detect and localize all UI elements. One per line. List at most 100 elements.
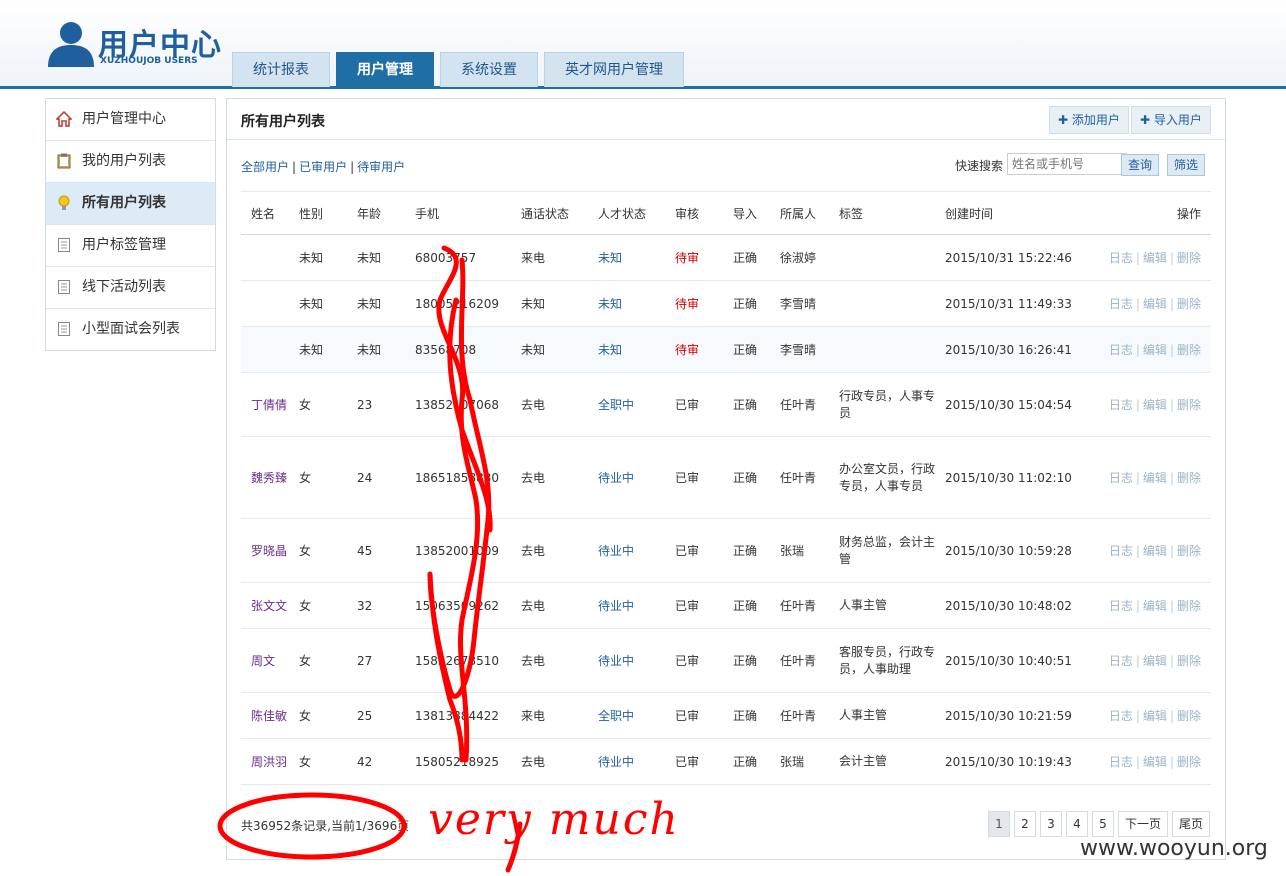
log-link[interactable]: 日志 <box>1109 544 1133 558</box>
cell-call-status: 去电 <box>521 372 598 437</box>
edit-link[interactable]: 编辑 <box>1143 544 1167 558</box>
last-page-button[interactable]: 尾页 <box>1172 811 1210 837</box>
log-link[interactable]: 日志 <box>1109 343 1133 357</box>
cell-call-status: 去电 <box>521 628 598 693</box>
sidebar-item-offline-events[interactable]: 线下活动列表 <box>46 267 215 309</box>
add-user-button[interactable]: ✚ 添加用户 <box>1049 106 1129 134</box>
cell-actions: 日志 | 编辑 | 删除 <box>1091 372 1211 437</box>
tab-statistics[interactable]: 统计报表 <box>232 52 330 87</box>
delete-link[interactable]: 删除 <box>1177 654 1201 668</box>
cell-name-text[interactable]: 魏秀臻 <box>241 471 287 485</box>
delete-link[interactable]: 删除 <box>1177 544 1201 558</box>
log-link[interactable]: 日志 <box>1109 398 1133 412</box>
next-page-button[interactable]: 下一页 <box>1118 811 1168 837</box>
log-link[interactable]: 日志 <box>1109 654 1133 668</box>
cell-name-text[interactable]: 周文 <box>241 654 275 668</box>
cell-created: 2015/10/31 11:49:33 <box>945 280 1091 327</box>
edit-link[interactable]: 编辑 <box>1143 398 1167 412</box>
tab-user-management[interactable]: 用户管理 <box>336 52 434 87</box>
cell-talent-status-text[interactable]: 未知 <box>598 297 622 311</box>
log-link[interactable]: 日志 <box>1109 297 1133 311</box>
lightbulb-icon <box>58 195 70 210</box>
edit-link[interactable]: 编辑 <box>1143 709 1167 723</box>
cell-created: 2015/10/30 11:02:10 <box>945 436 1091 519</box>
filter-button[interactable]: 筛选 <box>1167 154 1206 176</box>
delete-link[interactable]: 删除 <box>1177 398 1201 412</box>
tab-system-settings[interactable]: 系统设置 <box>440 52 538 87</box>
cell-talent-status-text[interactable]: 待业中 <box>598 471 634 485</box>
sidebar-item-user-center[interactable]: 用户管理中心 <box>46 99 215 141</box>
cell-gender-text: 未知 <box>299 297 324 311</box>
delete-link[interactable]: 删除 <box>1177 297 1201 311</box>
delete-link[interactable]: 删除 <box>1177 709 1201 723</box>
cell-gender: 女 <box>299 738 357 785</box>
cell-owner-text: 徐淑婷 <box>780 251 817 265</box>
cell-talent-status-text[interactable]: 待业中 <box>598 599 634 613</box>
cell-name-text[interactable]: 周洪羽 <box>241 755 287 769</box>
cell-name-text[interactable] <box>241 343 251 357</box>
filter-pending-users[interactable]: 待审用户 <box>357 160 405 174</box>
cell-owner: 任叶青 <box>780 436 839 519</box>
edit-link[interactable]: 编辑 <box>1143 251 1167 265</box>
tab-yingcai-user-management[interactable]: 英才网用户管理 <box>544 52 684 87</box>
sidebar-item-my-users[interactable]: 我的用户列表 <box>46 141 215 183</box>
edit-link[interactable]: 编辑 <box>1143 599 1167 613</box>
cell-owner-text: 张瑞 <box>780 755 805 769</box>
sidebar-item-small-interviews[interactable]: 小型面试会列表 <box>46 309 215 350</box>
cell-talent-status-text[interactable]: 待业中 <box>598 654 634 668</box>
divider: | <box>350 160 355 174</box>
edit-link[interactable]: 编辑 <box>1143 471 1167 485</box>
filter-all-users[interactable]: 全部用户 <box>241 160 289 174</box>
cell-name-text[interactable]: 陈佳敏 <box>241 709 287 723</box>
page-3-button[interactable]: 3 <box>1040 811 1062 837</box>
edit-link[interactable]: 编辑 <box>1143 654 1167 668</box>
cell-talent-status-text[interactable]: 全职中 <box>598 709 634 723</box>
search-input[interactable] <box>1007 153 1127 175</box>
cell-age: 24 <box>357 436 415 519</box>
page-5-button[interactable]: 5 <box>1092 811 1114 837</box>
divider: | <box>1169 251 1174 265</box>
sidebar-item-label: 我的用户列表 <box>82 153 166 169</box>
log-link[interactable]: 日志 <box>1109 709 1133 723</box>
page-4-button[interactable]: 4 <box>1066 811 1088 837</box>
log-link[interactable]: 日志 <box>1109 755 1133 769</box>
delete-link[interactable]: 删除 <box>1177 343 1201 357</box>
import-user-button[interactable]: ✚ 导入用户 <box>1131 106 1211 134</box>
cell-actions: 日志 | 编辑 | 删除 <box>1091 582 1211 629</box>
cell-talent-status-text[interactable]: 未知 <box>598 251 622 265</box>
cell-name-text[interactable] <box>241 297 251 311</box>
cell-talent-status-text[interactable]: 全职中 <box>598 398 634 412</box>
delete-link[interactable]: 删除 <box>1177 251 1201 265</box>
edit-link[interactable]: 编辑 <box>1143 343 1167 357</box>
delete-link[interactable]: 删除 <box>1177 599 1201 613</box>
cell-name-text[interactable] <box>241 251 251 265</box>
cell-talent-status-text[interactable]: 未知 <box>598 343 622 357</box>
sidebar-item-tag-management[interactable]: 用户标签管理 <box>46 225 215 267</box>
cell-age: 27 <box>357 628 415 693</box>
divider: | <box>1135 297 1140 311</box>
cell-talent-status-text[interactable]: 待业中 <box>598 755 634 769</box>
cell-gender: 未知 <box>299 234 357 281</box>
log-link[interactable]: 日志 <box>1109 251 1133 265</box>
delete-link[interactable]: 删除 <box>1177 471 1201 485</box>
edit-link[interactable]: 编辑 <box>1143 297 1167 311</box>
cell-name: 周洪羽 <box>241 738 299 785</box>
query-button[interactable]: 查询 <box>1121 154 1160 176</box>
cell-import-text: 正确 <box>733 471 758 485</box>
table-row: 魏秀臻女 24 18651858830 去电 待业中 已审 正确 任叶青 办公室文员，行政专员，… <box>241 436 1211 519</box>
sidebar-item-all-users[interactable]: 所有用户列表 <box>46 183 215 225</box>
page-2-button[interactable]: 2 <box>1014 811 1036 837</box>
delete-link[interactable]: 删除 <box>1177 755 1201 769</box>
log-link[interactable]: 日志 <box>1109 471 1133 485</box>
cell-talent-status-text[interactable]: 待业中 <box>598 544 634 558</box>
filter-approved-users[interactable]: 已审用户 <box>299 160 347 174</box>
edit-link[interactable]: 编辑 <box>1143 755 1167 769</box>
cell-name-text[interactable]: 张文文 <box>241 599 287 613</box>
cell-name-text[interactable]: 丁倩倩 <box>241 398 287 412</box>
cell-tags: 财务总监，会计主管 <box>839 518 945 583</box>
cell-name: 丁倩倩 <box>241 372 299 437</box>
log-link[interactable]: 日志 <box>1109 599 1133 613</box>
cell-name-text[interactable]: 罗晓晶 <box>241 544 287 558</box>
cell-owner: 任叶青 <box>780 628 839 693</box>
page-1-button[interactable]: 1 <box>988 811 1010 837</box>
